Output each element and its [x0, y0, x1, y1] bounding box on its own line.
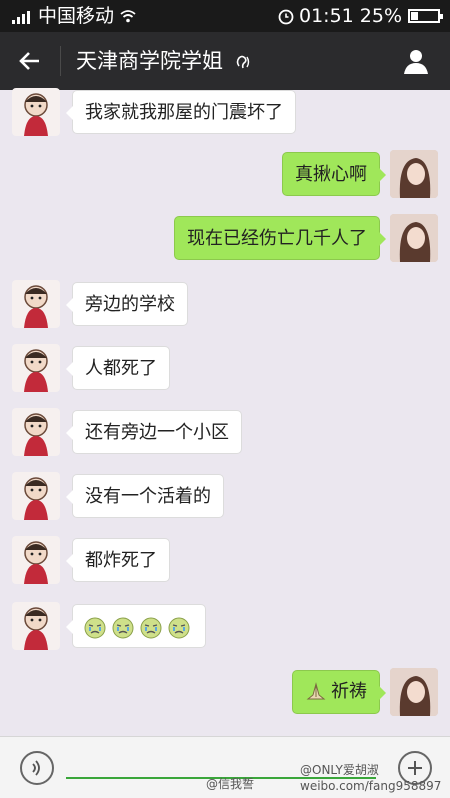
alarm-icon: [278, 9, 294, 25]
battery-percent: 25%: [359, 5, 402, 27]
crying-face-icon: [84, 617, 106, 639]
contact-avatar[interactable]: [12, 408, 60, 456]
message-text: 祈祷: [331, 681, 367, 702]
watermark-left: @信我誓: [206, 777, 255, 791]
status-left: 中国移动: [12, 0, 136, 32]
status-right: 01:51 25%: [277, 0, 443, 32]
contact-avatar[interactable]: [12, 344, 60, 392]
contact-avatar[interactable]: [12, 602, 60, 650]
header-divider: [60, 46, 61, 76]
user-avatar[interactable]: [390, 150, 438, 198]
message-bubble-emoji[interactable]: [66, 604, 206, 649]
signal-icon: [12, 8, 32, 24]
voice-input-icon[interactable]: [20, 751, 54, 785]
earpiece-mode-icon: [236, 55, 249, 69]
input-bar: @信我誓 @ONLY爱胡淑 weibo.com/fang958897: [0, 736, 450, 798]
message-bubble-incoming[interactable]: 我家就我那屋的门震坏了: [66, 90, 296, 134]
contact-name: 天津商学院学姐: [76, 49, 223, 73]
message-bubble-incoming[interactable]: 旁边的学校: [66, 282, 188, 326]
message-list[interactable]: 我家就我那屋的门震坏了 真揪心啊 现在已经伤亡几千人了 旁边的学校 人都死了 还…: [0, 88, 450, 736]
crying-face-icons: [83, 605, 195, 649]
crying-face-icon: [140, 617, 162, 639]
chat-title: 天津商学院学姐: [76, 46, 252, 76]
carrier-label: 中国移动: [38, 5, 115, 27]
message-bubble-incoming[interactable]: 没有一个活着的: [66, 474, 224, 518]
chat-header: 天津商学院学姐: [0, 32, 450, 90]
message-bubble-outgoing[interactable]: 祈祷: [292, 670, 386, 714]
clock: 01:51: [299, 5, 354, 27]
wifi-icon: [120, 10, 136, 23]
watermark-right-line2: weibo.com/fang958897: [300, 779, 442, 793]
contact-avatar[interactable]: [12, 472, 60, 520]
crying-face-icon: [168, 617, 190, 639]
message-bubble-outgoing[interactable]: 真揪心啊: [282, 152, 386, 196]
contact-avatar[interactable]: [12, 280, 60, 328]
status-bar: 中国移动 01:51 25%: [0, 0, 450, 32]
message-bubble-incoming[interactable]: 人都死了: [66, 346, 170, 390]
message-bubble-outgoing[interactable]: 现在已经伤亡几千人了: [174, 216, 386, 260]
battery-icon: [408, 9, 443, 23]
contact-avatar[interactable]: [12, 88, 60, 136]
back-arrow-icon[interactable]: [18, 49, 42, 73]
watermark-right-line1: @ONLY爱胡淑: [300, 763, 379, 777]
user-avatar[interactable]: [390, 668, 438, 716]
message-bubble-incoming[interactable]: 都炸死了: [66, 538, 170, 582]
praying-hands-icon: [306, 682, 326, 700]
crying-face-icon: [112, 617, 134, 639]
message-bubble-incoming[interactable]: 还有旁边一个小区: [66, 410, 242, 454]
contact-avatar[interactable]: [12, 536, 60, 584]
user-avatar[interactable]: [390, 214, 438, 262]
person-icon[interactable]: [402, 47, 430, 75]
